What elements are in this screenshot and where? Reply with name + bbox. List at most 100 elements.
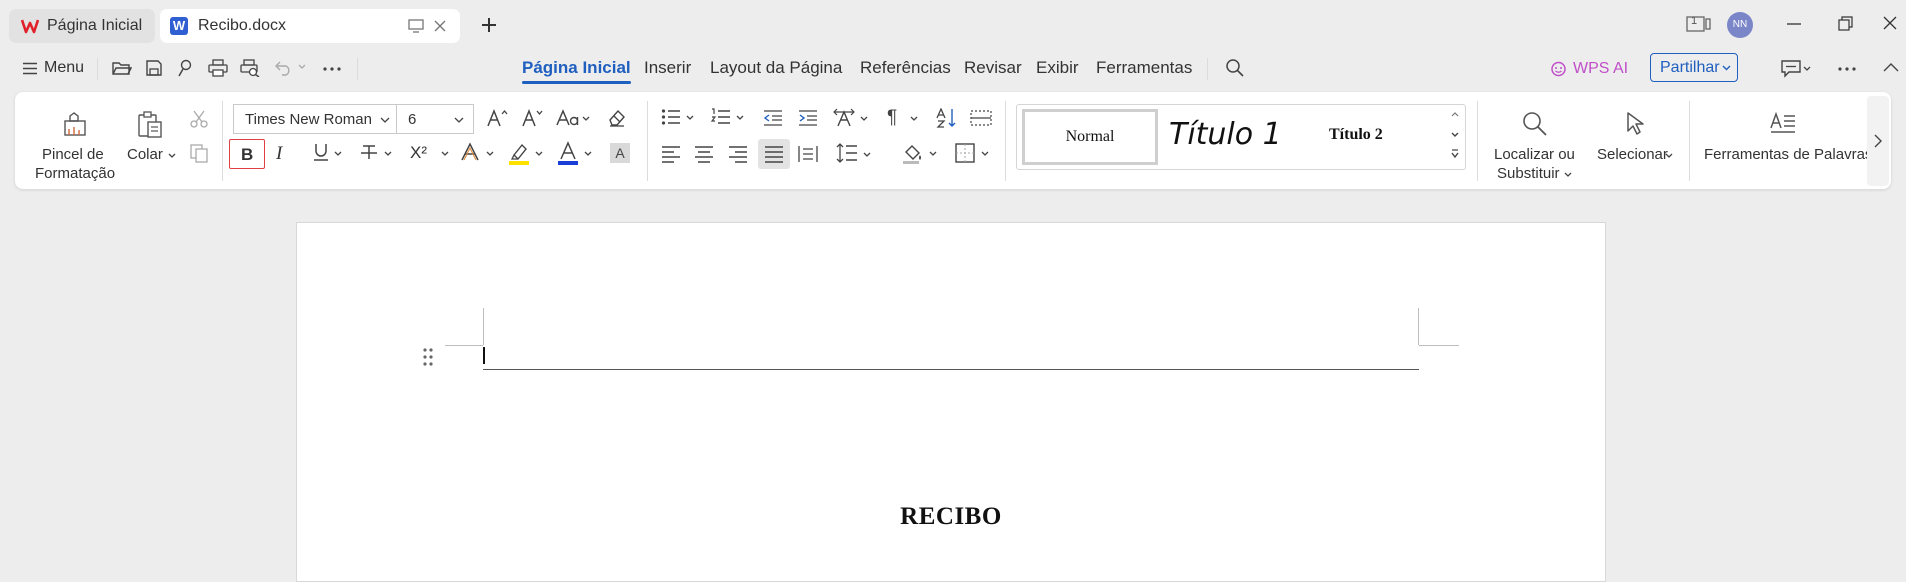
decrease-font-icon[interactable]	[521, 108, 543, 128]
drag-handle-icon[interactable]	[423, 348, 433, 366]
numbered-list-button[interactable]	[711, 108, 747, 130]
menu-button[interactable]: Menu	[44, 59, 84, 77]
ribbon-tab-referencias[interactable]: Referências	[860, 58, 951, 78]
italic-icon[interactable]: I	[276, 143, 282, 165]
share-button[interactable]: Partilhar	[1650, 53, 1738, 82]
tab-recibo[interactable]: W Recibo.docx	[160, 9, 460, 43]
more-options-icon[interactable]	[1838, 67, 1856, 71]
close-window-icon[interactable]	[1883, 16, 1897, 30]
character-shading-icon[interactable]: A	[610, 143, 630, 163]
distributed-align-icon[interactable]	[798, 145, 818, 163]
minimize-icon[interactable]	[1787, 23, 1801, 25]
borders-button[interactable]	[955, 143, 993, 165]
comment-chevron-icon[interactable]	[1803, 66, 1811, 72]
highlight-button[interactable]	[508, 141, 544, 167]
copy-icon[interactable]	[189, 143, 209, 163]
style-heading2[interactable]: Título 2	[1317, 109, 1437, 165]
ribbon-tab-revisar[interactable]: Revisar	[964, 58, 1022, 78]
wps-ai-button[interactable]: WPS AI	[1573, 60, 1628, 78]
menu-separator	[97, 58, 98, 80]
align-center-icon[interactable]	[694, 145, 714, 163]
window-count-badge: 1	[1691, 15, 1698, 27]
gallery-scroll-down-icon[interactable]	[1451, 132, 1459, 138]
decrease-indent-icon[interactable]	[763, 109, 783, 127]
shading-button[interactable]	[902, 142, 940, 166]
print-icon[interactable]	[208, 59, 228, 77]
font-size-select[interactable]: 6	[396, 104, 474, 134]
change-case-chevron-icon[interactable]	[582, 116, 590, 122]
ribbon-scroll-right[interactable]	[1867, 96, 1889, 186]
increase-font-icon[interactable]	[486, 108, 508, 128]
ribbon-tab-ferramentas[interactable]: Ferramentas	[1096, 58, 1192, 78]
clear-formatting-eraser-icon[interactable]	[607, 108, 627, 128]
gallery-scroll-up-icon[interactable]	[1451, 111, 1459, 117]
ribbon-tab-layout[interactable]: Layout da Página	[710, 58, 842, 78]
print-preview-icon[interactable]	[240, 59, 260, 77]
ribbon-separator-font	[647, 101, 648, 181]
font-color-button[interactable]	[557, 141, 593, 167]
bullet-list-chevron-icon	[686, 115, 694, 121]
paragraph-marks-button[interactable]: ¶	[887, 107, 923, 130]
text-cursor	[483, 347, 485, 364]
paste-clipboard-icon	[136, 111, 164, 139]
close-tab-icon[interactable]	[433, 19, 447, 33]
gallery-expand-icon[interactable]	[1451, 149, 1459, 159]
tab-home[interactable]: Página Inicial	[9, 9, 155, 43]
style-heading1[interactable]: Título 1	[1165, 109, 1305, 165]
bold-button[interactable]: B	[229, 139, 265, 169]
format-painter-quick-icon[interactable]	[177, 59, 193, 77]
bullet-list-button[interactable]	[661, 108, 697, 130]
avatar[interactable]: NN	[1727, 12, 1753, 38]
undo-dropdown-chevron-icon[interactable]	[298, 64, 306, 70]
hamburger-icon[interactable]	[23, 62, 37, 75]
comment-icon[interactable]	[1781, 60, 1801, 78]
line-spacing-button[interactable]	[836, 143, 874, 167]
window-count-icon[interactable]	[1686, 15, 1712, 33]
numbered-list-icon	[711, 108, 731, 126]
cut-icon[interactable]	[189, 109, 209, 129]
open-folder-icon[interactable]	[112, 59, 132, 77]
align-left-icon[interactable]	[661, 145, 681, 163]
search-icon[interactable]	[1225, 58, 1245, 78]
align-right-icon[interactable]	[728, 145, 748, 163]
numbered-list-chevron-icon	[736, 115, 744, 121]
format-painter-button[interactable]: Pincel de Formatação	[26, 108, 126, 188]
ribbon-separator-editing	[1689, 101, 1690, 181]
word-tools-button[interactable]: Ferramentas de Palavras	[1700, 108, 1872, 168]
ribbon-tab-exibir[interactable]: Exibir	[1036, 58, 1079, 78]
increase-indent-icon[interactable]	[798, 109, 818, 127]
strikethrough-button[interactable]	[360, 142, 396, 166]
underline-button[interactable]	[311, 142, 345, 166]
share-chevron-icon	[1722, 65, 1731, 71]
show-hide-spacing-icon[interactable]	[970, 110, 992, 126]
style-heading2-label: Título 2	[1329, 126, 1383, 143]
save-icon[interactable]	[145, 59, 163, 77]
text-effects-button[interactable]	[460, 142, 496, 166]
change-case-icon[interactable]	[556, 109, 580, 127]
justify-button[interactable]	[758, 139, 790, 169]
sort-icon[interactable]	[936, 108, 958, 128]
collapse-ribbon-icon[interactable]	[1883, 62, 1899, 72]
text-direction-button[interactable]	[833, 108, 871, 130]
style-normal[interactable]: Normal	[1022, 109, 1158, 165]
paste-button[interactable]: Colar	[124, 108, 184, 168]
wps-ai-icon[interactable]	[1550, 60, 1567, 77]
undo-icon[interactable]	[275, 60, 293, 76]
find-replace-button[interactable]: Localizar ou Substituir	[1488, 108, 1580, 184]
monitor-icon[interactable]	[408, 19, 424, 33]
ribbon-tab-inserir[interactable]: Inserir	[644, 58, 691, 78]
font-size-chevron-icon	[454, 117, 464, 124]
tab-home-label: Página Inicial	[47, 17, 143, 34]
word-tools-label: Ferramentas de Palavras	[1704, 146, 1873, 163]
superscript-button[interactable]: X²	[410, 142, 450, 166]
style-normal-label: Normal	[1065, 128, 1115, 145]
restore-icon[interactable]	[1838, 16, 1853, 31]
ribbon-tab-pagina-inicial[interactable]: Página Inicial	[522, 58, 631, 84]
line-spacing-chevron-icon	[863, 152, 871, 158]
font-family-select[interactable]: Times New Roman	[233, 104, 397, 134]
more-quick-icon[interactable]	[323, 67, 341, 71]
document-page[interactable]: RECIBO	[296, 222, 1606, 582]
select-button[interactable]: Selecionar	[1595, 108, 1687, 168]
new-tab-plus-icon[interactable]	[480, 16, 498, 34]
find-replace-label-2: Substituir	[1497, 165, 1560, 182]
